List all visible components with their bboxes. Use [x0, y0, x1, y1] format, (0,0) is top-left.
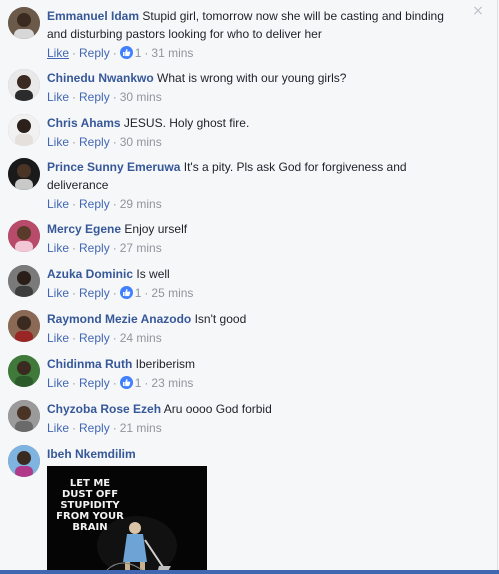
- timestamp[interactable]: 31 mins: [151, 46, 193, 60]
- bottom-bar: [0, 570, 499, 574]
- avatar[interactable]: [8, 114, 40, 146]
- reply-link[interactable]: Reply: [79, 197, 110, 211]
- comment-author[interactable]: Mercy Egene: [47, 222, 121, 236]
- like-reaction-icon[interactable]: [119, 376, 133, 389]
- comments-panel: × Emmanuel Idam Stupid girl, tomorrow no…: [0, 0, 498, 574]
- reply-link[interactable]: Reply: [79, 135, 110, 149]
- reaction-count[interactable]: 1: [135, 376, 142, 390]
- meme-caption: LET ME DUST OFF STUPIDITY FROM YOUR BRAI…: [56, 478, 124, 533]
- timestamp[interactable]: 29 mins: [120, 197, 162, 211]
- timestamp[interactable]: 30 mins: [120, 135, 162, 149]
- comment-actions: Like · Reply · 30 mins: [47, 135, 162, 149]
- like-link[interactable]: Like: [47, 286, 69, 300]
- comment-actions: Like · Reply · 1 · 25 mins: [47, 286, 194, 300]
- like-link[interactable]: Like: [47, 421, 69, 435]
- reaction-count[interactable]: 1: [135, 286, 142, 300]
- avatar[interactable]: [8, 7, 40, 39]
- reaction-count[interactable]: 1: [135, 46, 142, 60]
- comment-image-attachment[interactable]: LET ME DUST OFF STUPIDITY FROM YOUR BRAI…: [47, 466, 207, 574]
- avatar[interactable]: [8, 69, 40, 101]
- avatar[interactable]: [8, 158, 40, 190]
- reply-link[interactable]: Reply: [79, 331, 110, 345]
- timestamp[interactable]: 21 mins: [120, 421, 162, 435]
- reply-link[interactable]: Reply: [79, 286, 110, 300]
- reply-link[interactable]: Reply: [79, 421, 110, 435]
- comment-actions: Like · Reply · 1 · 31 mins: [47, 46, 194, 60]
- comment-actions: Like · Reply · 21 mins: [47, 421, 162, 435]
- timestamp[interactable]: 23 mins: [151, 376, 193, 390]
- avatar[interactable]: [8, 310, 40, 342]
- comment-text: Enjoy urself: [124, 222, 188, 236]
- reply-link[interactable]: Reply: [79, 90, 110, 104]
- comment-text: Isn't good: [194, 312, 247, 326]
- like-link[interactable]: Like: [47, 135, 69, 149]
- reply-link[interactable]: Reply: [79, 376, 110, 390]
- comment-author[interactable]: Azuka Dominic: [47, 267, 133, 281]
- like-link[interactable]: Like: [47, 241, 69, 255]
- reply-link[interactable]: Reply: [79, 46, 110, 60]
- reply-link[interactable]: Reply: [79, 241, 110, 255]
- like-link[interactable]: Like: [47, 331, 69, 345]
- comment-actions: Like · Reply · 30 mins: [47, 90, 162, 104]
- like-reaction-icon[interactable]: [119, 46, 133, 59]
- comment-author[interactable]: Raymond Mezie Anazodo: [47, 312, 191, 326]
- comment-author[interactable]: Emmanuel Idam: [47, 9, 139, 23]
- like-link[interactable]: Like: [47, 46, 69, 60]
- comment-text: Is well: [136, 267, 170, 281]
- comment-author[interactable]: Chinedu Nwankwo: [47, 71, 154, 85]
- comment-author[interactable]: Chyzoba Rose Ezeh: [47, 402, 161, 416]
- comment-author[interactable]: Chidinma Ruth: [47, 357, 132, 371]
- close-icon[interactable]: ×: [471, 4, 485, 18]
- comment-text: What is wrong with our young girls?: [157, 71, 347, 85]
- timestamp[interactable]: 27 mins: [120, 241, 162, 255]
- comment-actions: Like · Reply · 1 · 23 mins: [47, 376, 194, 390]
- comment-text: JESUS. Holy ghost fire.: [123, 116, 250, 130]
- comment-actions: Like · Reply · 24 mins: [47, 331, 162, 345]
- timestamp[interactable]: 24 mins: [120, 331, 162, 345]
- comment-author[interactable]: Ibeh Nkemdilim: [47, 447, 136, 461]
- avatar[interactable]: [8, 355, 40, 387]
- avatar[interactable]: [8, 445, 40, 477]
- comment-author[interactable]: Prince Sunny Emeruwa: [47, 160, 180, 174]
- like-link[interactable]: Like: [47, 197, 69, 211]
- avatar[interactable]: [8, 265, 40, 297]
- avatar[interactable]: [8, 400, 40, 432]
- timestamp[interactable]: 25 mins: [151, 286, 193, 300]
- comment-actions: Like · Reply · 27 mins: [47, 241, 162, 255]
- avatar[interactable]: [8, 220, 40, 252]
- like-reaction-icon[interactable]: [119, 286, 133, 299]
- like-link[interactable]: Like: [47, 90, 69, 104]
- comment-text: Aru oooo God forbid: [163, 402, 272, 416]
- comment-text: Iberiberism: [135, 357, 196, 371]
- comment-actions: Like · Reply · 29 mins: [47, 197, 162, 211]
- timestamp[interactable]: 30 mins: [120, 90, 162, 104]
- like-link[interactable]: Like: [47, 376, 69, 390]
- comment-author[interactable]: Chris Ahams: [47, 116, 121, 130]
